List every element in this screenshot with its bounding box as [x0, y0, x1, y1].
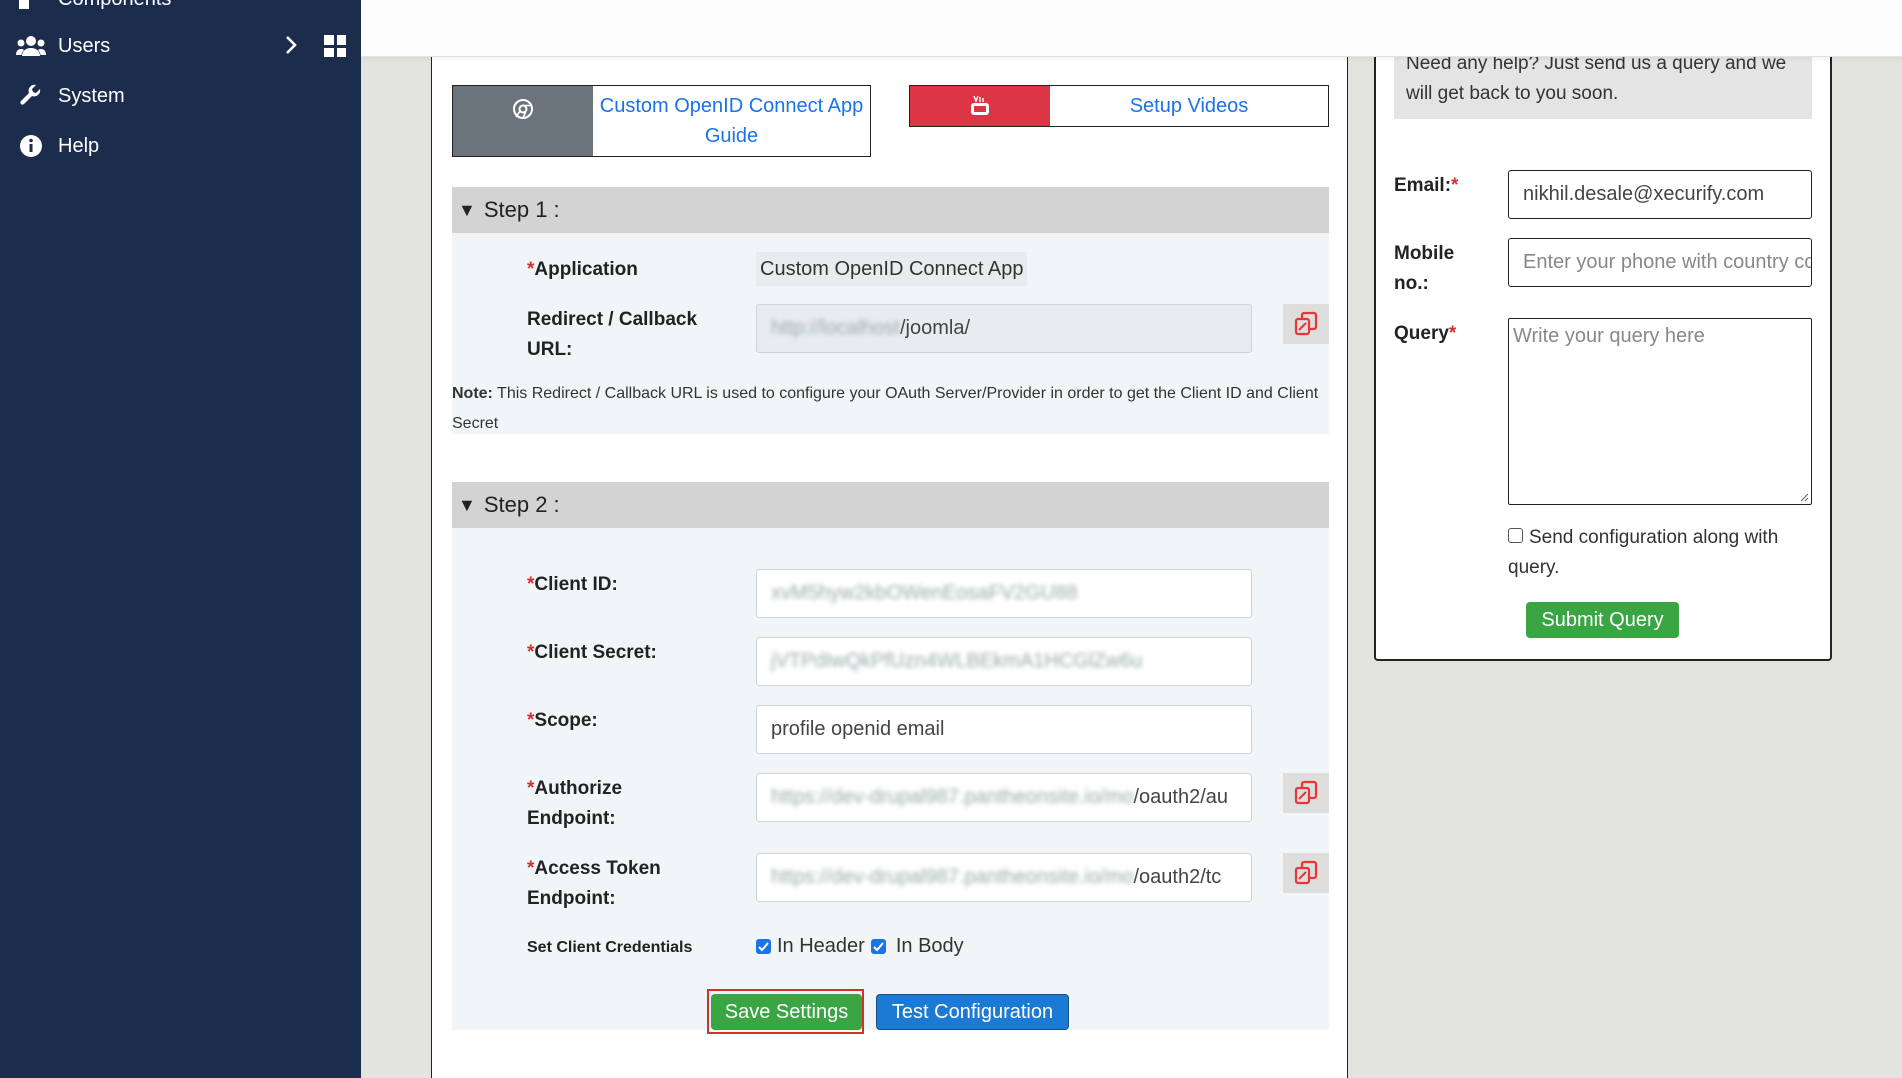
redirect-url-field[interactable]: http://localhost/joomla/ [756, 304, 1252, 353]
copy-icon [1294, 311, 1318, 336]
setup-videos-button[interactable]: Setup Videos [909, 85, 1329, 127]
chrome-icon [453, 86, 593, 156]
components-icon [16, 0, 46, 12]
submit-query-button[interactable]: Submit Query [1526, 602, 1679, 638]
step2-header[interactable]: ▼ Step 2 : [452, 482, 1329, 528]
query-label: Query* [1394, 323, 1457, 344]
client-id-field[interactable]: xvM5hyw2kbOWenEosaFV2GU88 [756, 569, 1252, 618]
resize-handle-icon [1800, 493, 1809, 502]
in-body-checkbox[interactable] [870, 939, 886, 954]
collapse-triangle-icon: ▼ [458, 494, 476, 515]
copy-redirect-button[interactable] [1283, 304, 1329, 344]
authorize-endpoint-field[interactable]: https://dev-drupal987.pantheonsite.io/mo… [756, 773, 1252, 822]
authorize-endpoint-label: *Authorize Endpoint: [527, 778, 623, 829]
wrench-icon [16, 83, 46, 109]
collapse-triangle-icon: ▼ [458, 199, 476, 220]
in-header-label: In Header [777, 935, 865, 957]
email-field[interactable]: nikhil.desale@xecurify.com [1508, 170, 1812, 219]
sidebar-item-users[interactable]: Users [16, 29, 346, 63]
sidebar-item-system[interactable]: System [16, 79, 125, 113]
client-secret-field[interactable]: jVTPdIwQkPfUzn4WLBEkmA1HCGlZw6u [756, 637, 1252, 686]
sidebar-item-components[interactable]: Components [16, 0, 171, 16]
client-credentials-options: In Header In Body [756, 935, 964, 958]
chevron-right-icon[interactable] [278, 32, 304, 58]
app-guide-label: Custom OpenID Connect App Guide [599, 95, 864, 147]
top-toolbar [361, 0, 1902, 57]
sidebar-item-label: System [58, 84, 125, 107]
scope-field[interactable]: profile openid email [756, 705, 1252, 754]
application-label: *Application [527, 259, 638, 280]
support-help-text: Need any help? Just send us a query and … [1394, 48, 1812, 119]
sidebar: Components Users System Help [0, 0, 361, 1078]
in-body-label: In Body [895, 935, 964, 957]
sidebar-item-help[interactable]: Help [16, 129, 99, 163]
sidebar-item-label: Help [58, 134, 100, 157]
copy-authorize-button[interactable] [1283, 773, 1329, 813]
users-icon [16, 33, 46, 59]
copy-icon [1294, 780, 1318, 805]
mobile-field[interactable]: Enter your phone with country code [1508, 238, 1812, 287]
client-credentials-label: Set Client Credentials [527, 939, 693, 956]
copy-token-button[interactable] [1283, 853, 1329, 893]
step1-title: Step 1 : [483, 197, 560, 222]
copy-icon [1294, 860, 1318, 885]
client-id-label: *Client ID: [527, 574, 618, 595]
grid-icon[interactable] [324, 35, 346, 57]
sidebar-item-label: Users [58, 34, 111, 57]
save-settings-button[interactable]: Save Settings [711, 994, 862, 1030]
app-guide-button[interactable]: Custom OpenID Connect App Guide [452, 85, 871, 157]
sidebar-item-label: Components [58, 0, 171, 11]
step2-title: Step 2 : [483, 492, 560, 517]
access-token-endpoint-label: *Access Token Endpoint: [527, 858, 661, 909]
email-label: Email:* [1394, 175, 1459, 196]
mobile-label: Mobile no.: [1394, 243, 1455, 294]
in-header-checkbox[interactable] [756, 939, 771, 954]
scope-label: *Scope: [527, 710, 598, 731]
youtube-icon [910, 86, 1050, 126]
send-config-checkbox[interactable] [1508, 528, 1523, 544]
send-config-option: Send configuration along with query. [1508, 523, 1818, 583]
redirect-url-label: Redirect / Callback URL: [527, 309, 698, 360]
application-value: Custom OpenID Connect App [756, 252, 1028, 286]
step1-header[interactable]: ▼ Step 1 : [452, 187, 1329, 233]
client-secret-label: *Client Secret: [527, 642, 657, 663]
setup-videos-label: Setup Videos [1129, 95, 1249, 117]
test-configuration-button[interactable]: Test Configuration [876, 994, 1069, 1030]
info-icon [16, 133, 46, 159]
query-textarea[interactable]: Write your query here [1508, 318, 1812, 505]
redirect-note: Note: This Redirect / Callback URL is us… [452, 385, 1319, 432]
access-token-endpoint-field[interactable]: https://dev-drupal987.pantheonsite.io/mo… [756, 853, 1252, 902]
send-config-label: Send configuration along with query. [1508, 527, 1779, 578]
